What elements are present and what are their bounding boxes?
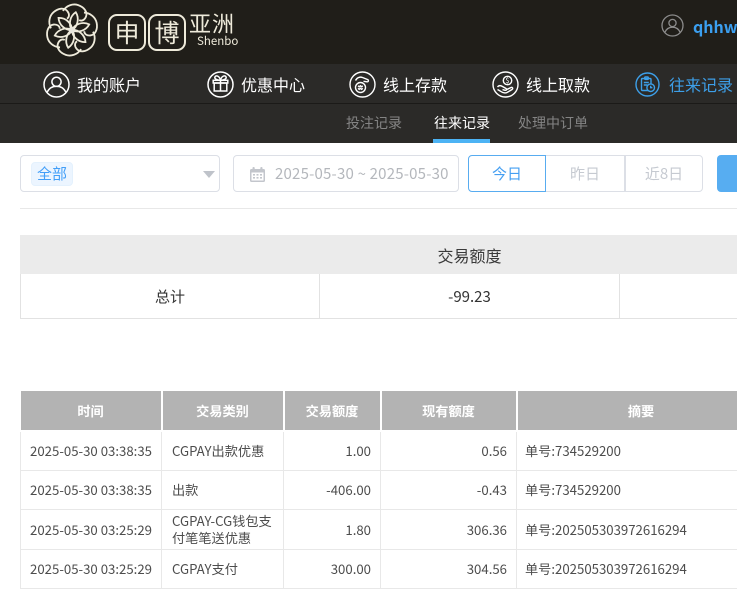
svg-text:$: $	[506, 76, 510, 86]
